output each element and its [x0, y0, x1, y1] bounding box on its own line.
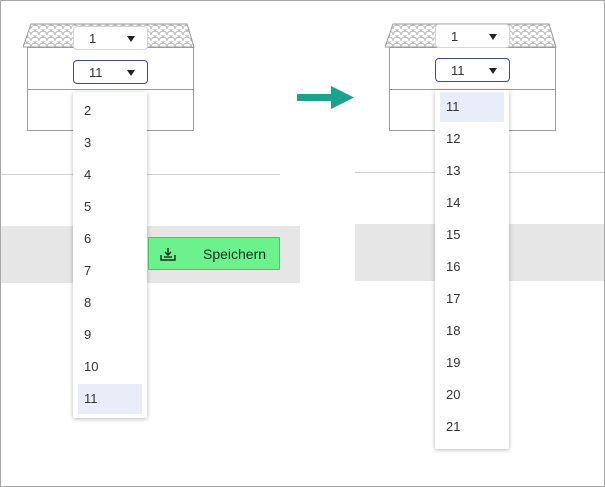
- caret-down-icon: [489, 34, 497, 40]
- screenshot-canvas: 1 11 2 3 4 5 6 7 8 9 10 11 Speichern 1 1…: [0, 0, 605, 487]
- dropdown-option[interactable]: 19: [440, 348, 504, 378]
- select-value: 11: [451, 63, 465, 78]
- select-value: 1: [89, 31, 97, 46]
- dropdown-option[interactable]: 3: [78, 128, 142, 158]
- dropdown-option[interactable]: 16: [440, 252, 504, 282]
- dropdown-option[interactable]: 11: [440, 92, 504, 122]
- caret-down-icon: [127, 70, 135, 76]
- dropdown-option[interactable]: 8: [78, 288, 142, 318]
- dropdown-option[interactable]: 11: [78, 384, 142, 414]
- floor-select-open[interactable]: 11: [435, 58, 510, 82]
- dropdown-option[interactable]: 18: [440, 316, 504, 346]
- floor-select-top[interactable]: 1: [73, 26, 148, 50]
- select-value: 11: [89, 65, 103, 80]
- dropdown-option[interactable]: 21: [440, 412, 504, 442]
- dropdown-option[interactable]: 13: [440, 156, 504, 186]
- dropdown-list: 11 12 13 14 15 16 17 18 19 20 21: [435, 90, 509, 449]
- dropdown-option[interactable]: 20: [440, 380, 504, 410]
- caret-down-icon: [127, 36, 135, 42]
- select-value: 1: [451, 29, 459, 44]
- dropdown-option[interactable]: 6: [78, 224, 142, 254]
- dropdown-option[interactable]: 5: [78, 192, 142, 222]
- arrow-right-icon: [297, 86, 354, 109]
- caret-down-icon: [489, 68, 497, 74]
- before-panel: 1 11 2 3 4 5 6 7 8 9 10 11 Speichern: [1, 1, 301, 486]
- dropdown-option[interactable]: 17: [440, 284, 504, 314]
- dropdown-option[interactable]: 2: [78, 96, 142, 126]
- dropdown-option[interactable]: 14: [440, 188, 504, 218]
- floor-select-top[interactable]: 1: [435, 24, 510, 48]
- floor-select-open[interactable]: 11: [73, 60, 148, 84]
- dropdown-option[interactable]: 4: [78, 160, 142, 190]
- dropdown-option[interactable]: 9: [78, 320, 142, 350]
- dropdown-list: 2 3 4 5 6 7 8 9 10 11: [73, 92, 147, 418]
- dropdown-option[interactable]: 10: [78, 352, 142, 382]
- dropdown-option[interactable]: 7: [78, 256, 142, 286]
- save-button[interactable]: Speichern: [148, 237, 280, 270]
- after-panel: 1 11 11 12 13 14 15 16 17 18 19 20 21: [353, 1, 604, 486]
- download-tray-icon: [160, 247, 176, 266]
- save-button-label: Speichern: [203, 246, 267, 262]
- dropdown-option[interactable]: 12: [440, 124, 504, 154]
- dropdown-option[interactable]: 15: [440, 220, 504, 250]
